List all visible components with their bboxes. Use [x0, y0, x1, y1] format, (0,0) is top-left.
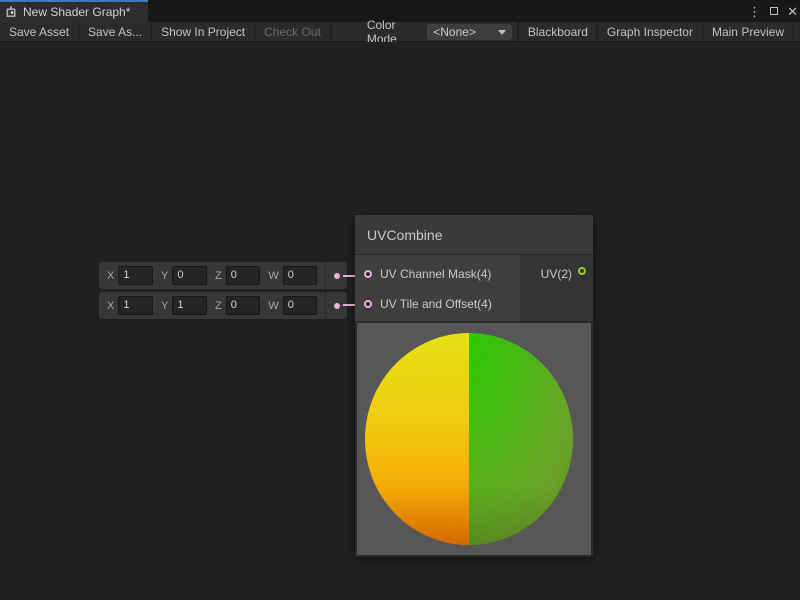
preview-sphere: [365, 333, 573, 545]
y-field[interactable]: 0: [172, 266, 207, 285]
toolbar-right-group: Blackboard Graph Inspector Main Preview: [518, 22, 794, 41]
maximize-icon[interactable]: [770, 7, 778, 15]
z-field[interactable]: 0: [226, 266, 261, 285]
w-label: W: [268, 270, 278, 282]
x-label: X: [107, 300, 114, 312]
node-body: UV Channel Mask(4) UV Tile and Offset(4)…: [355, 255, 593, 321]
toolbar: Save Asset Save As... Show In Project Ch…: [0, 22, 800, 42]
check-out-button: Check Out: [255, 22, 331, 41]
output-port-uv[interactable]: [578, 267, 586, 275]
graph-inspector-button[interactable]: Graph Inspector: [598, 22, 703, 41]
vector4-output-port[interactable]: [334, 303, 340, 309]
input-port-row-0: UV Channel Mask(4): [355, 259, 520, 289]
node-output-column: UV(2): [520, 255, 593, 321]
save-as-button[interactable]: Save As...: [79, 22, 152, 41]
w-label: W: [268, 300, 278, 312]
x-field[interactable]: 1: [118, 296, 153, 315]
input-port-label: UV Tile and Offset(4): [380, 297, 492, 311]
shader-graph-icon: [5, 6, 17, 18]
save-asset-button[interactable]: Save Asset: [0, 22, 79, 41]
main-preview-button[interactable]: Main Preview: [703, 22, 794, 41]
node-title[interactable]: UVCombine: [355, 215, 593, 255]
input-port-uv-tile-offset[interactable]: [364, 300, 372, 308]
node-preview: [357, 323, 591, 555]
color-mode-dropdown[interactable]: <None>: [427, 24, 512, 40]
y-label: Y: [161, 270, 168, 282]
sphere-shading-overlay: [365, 333, 573, 545]
tab-new-shader-graph[interactable]: New Shader Graph*: [0, 0, 148, 22]
x-field[interactable]: 1: [118, 266, 153, 285]
show-in-project-button[interactable]: Show In Project: [152, 22, 255, 41]
w-field[interactable]: 0: [283, 296, 318, 315]
z-label: Z: [215, 270, 222, 282]
z-label: Z: [215, 300, 222, 312]
node-input-column: UV Channel Mask(4) UV Tile and Offset(4): [355, 255, 520, 321]
w-field[interactable]: 0: [283, 266, 318, 285]
vector4-output-port[interactable]: [334, 273, 340, 279]
y-label: Y: [161, 300, 168, 312]
window-controls: ⋮ ✕: [748, 0, 798, 22]
output-port-label: UV(2): [541, 268, 572, 321]
x-label: X: [107, 270, 114, 282]
color-mode-value: <None>: [433, 25, 476, 39]
blackboard-button[interactable]: Blackboard: [519, 22, 598, 41]
color-mode-group: Color Mode <None>: [367, 22, 518, 41]
vector4-input-row-0: X 1 Y 0 Z 0 W 0: [99, 262, 347, 289]
input-port-row-1: UV Tile and Offset(4): [355, 289, 520, 319]
tab-title: New Shader Graph*: [23, 5, 130, 19]
y-field[interactable]: 1: [172, 296, 207, 315]
input-port-label: UV Channel Mask(4): [380, 267, 491, 281]
vector4-input-row-1: X 1 Y 1 Z 0 W 0: [99, 292, 347, 319]
input-port-uv-channel-mask[interactable]: [364, 270, 372, 278]
chevron-down-icon: [498, 30, 506, 35]
more-icon[interactable]: ⋮: [748, 5, 761, 18]
close-icon[interactable]: ✕: [787, 5, 798, 18]
z-field[interactable]: 0: [226, 296, 261, 315]
graph-canvas[interactable]: X 1 Y 0 Z 0 W 0 X 1 Y 1 Z 0 W 0 UVCombin…: [0, 42, 800, 600]
node-uvcombine[interactable]: UVCombine UV Channel Mask(4) UV Tile and…: [355, 215, 593, 557]
